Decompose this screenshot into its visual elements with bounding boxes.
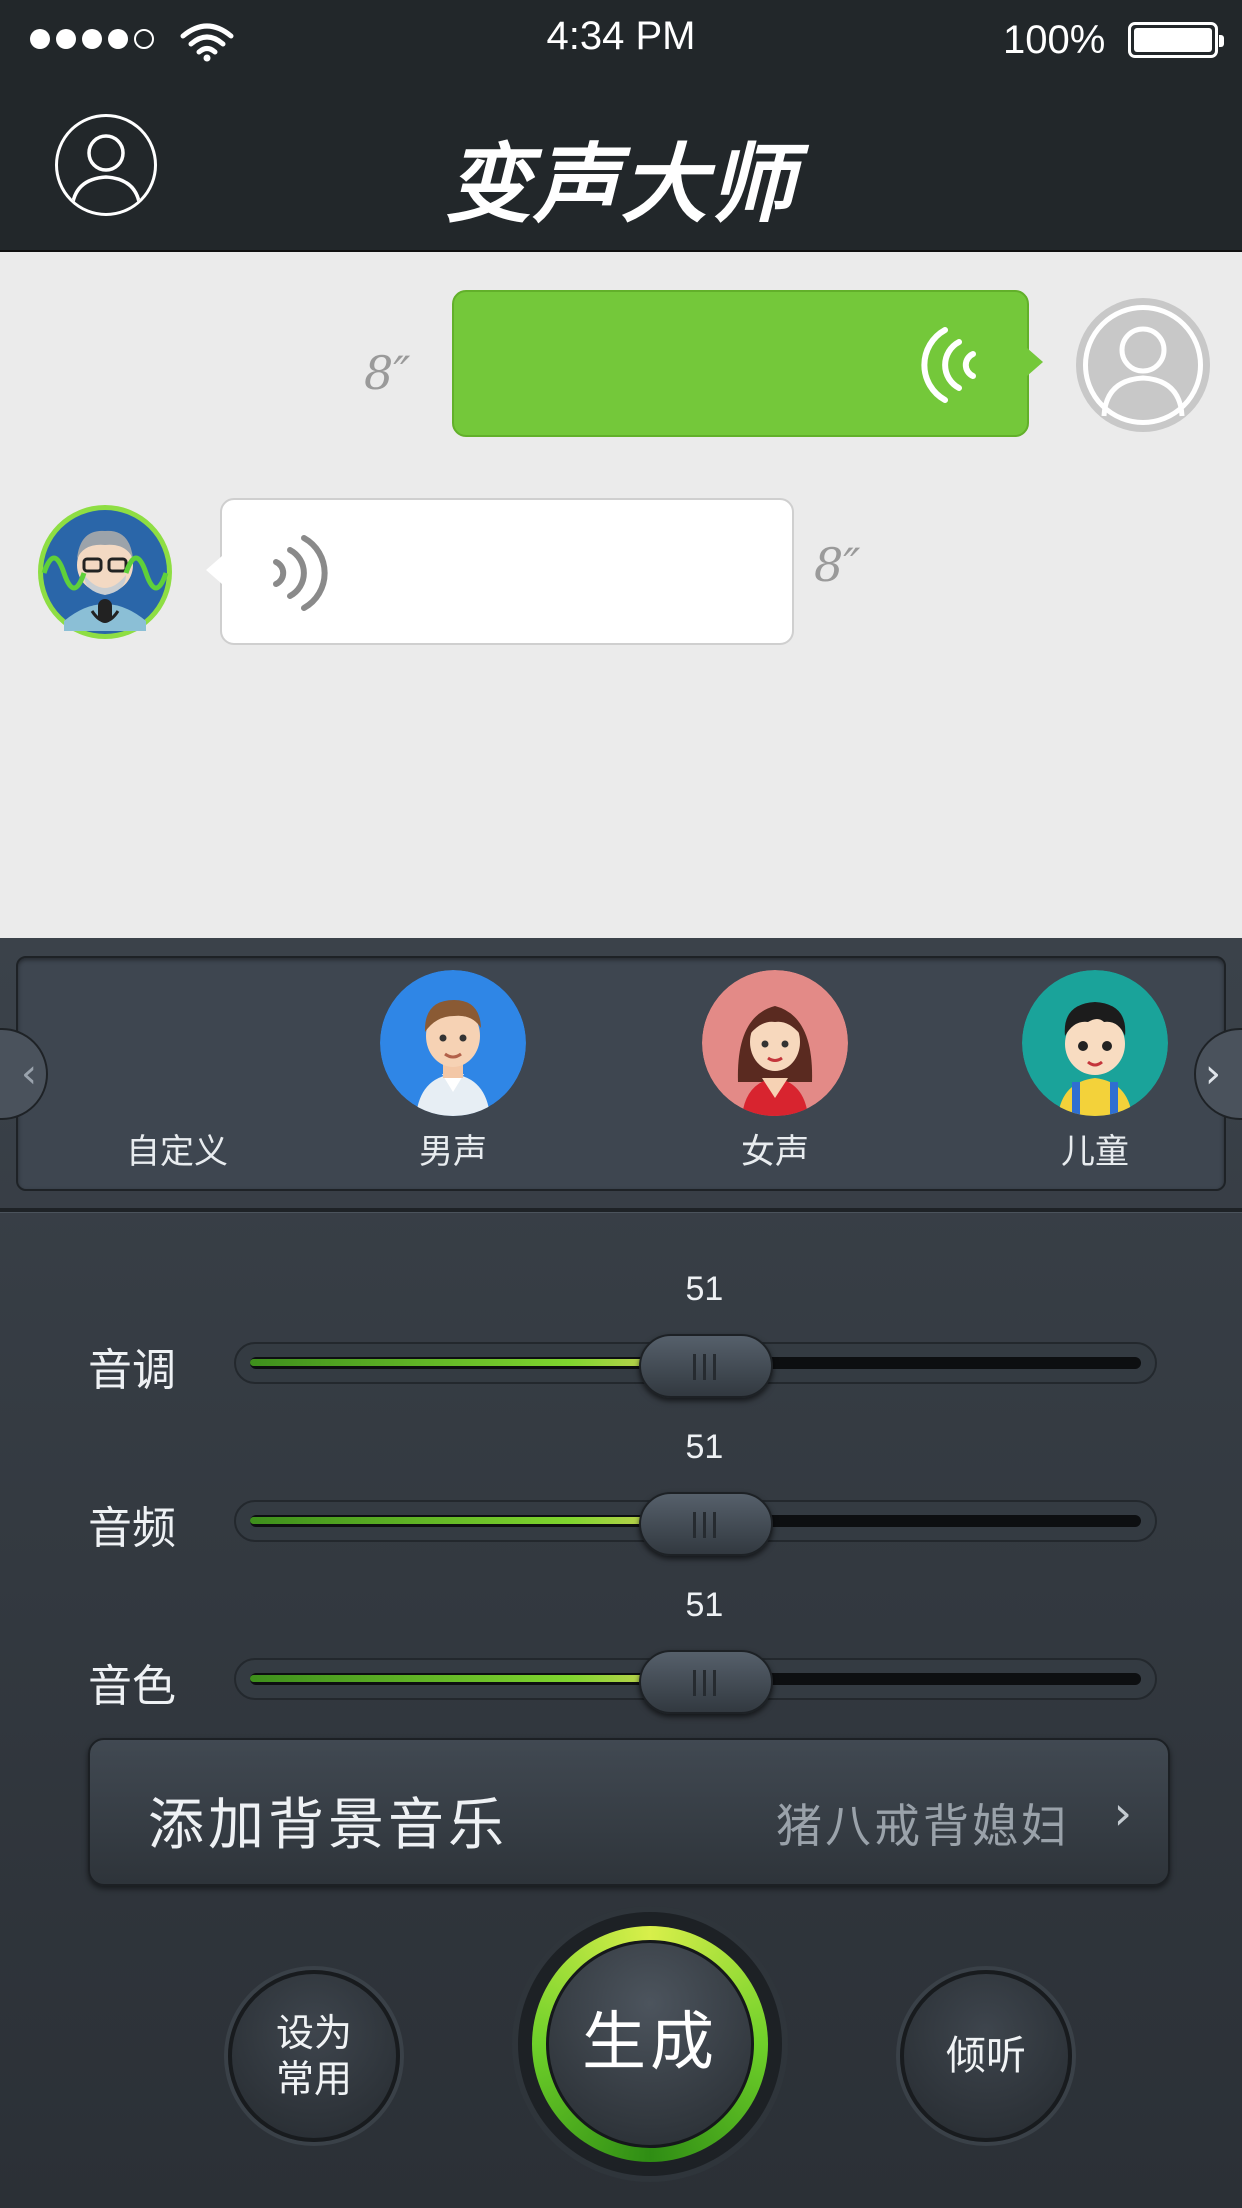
slider-value: 51 <box>685 1428 724 1466</box>
nav-bar: 变声大师 <box>0 78 1242 252</box>
slider-label: 音频 <box>88 1503 176 1554</box>
voice-option-female[interactable]: 女声 <box>700 970 850 1173</box>
voice-option-custom[interactable]: 自定义 <box>102 970 252 1173</box>
slider-value: 51 <box>685 1270 724 1308</box>
timbre-slider-row: 音色 51 <box>0 1586 1242 1726</box>
frequency-slider-row: 音频 51 <box>0 1428 1242 1568</box>
background-music-label: 添加背景音乐 <box>148 1793 508 1858</box>
carousel-next-button[interactable]: › <box>1194 1028 1242 1120</box>
my-avatar[interactable] <box>1076 298 1210 432</box>
timbre-slider[interactable] <box>234 1650 1157 1714</box>
slider-thumb[interactable] <box>639 1650 774 1714</box>
incoming-duration: 8″ <box>814 538 861 592</box>
slider-thumb[interactable] <box>639 1334 774 1398</box>
app-title: 变声大师 <box>445 135 797 235</box>
slider-thumb[interactable] <box>639 1492 774 1556</box>
slider-fill <box>250 1675 707 1682</box>
voice-control-panel: ‹ 自定义 男声 女声 儿童 › 音调 51 音频 51 音色 51 添加背景音… <box>0 938 1242 2208</box>
listen-button[interactable]: 倾听 <box>900 1970 1072 2142</box>
user-icon <box>1101 326 1185 417</box>
voice-wave-icon <box>273 535 328 611</box>
generate-button-frame: 生成 <box>518 1912 782 2176</box>
contact-avatar[interactable] <box>36 503 174 641</box>
male-avatar-icon <box>380 970 526 1116</box>
slider-fill <box>250 1517 707 1524</box>
incoming-voice-message[interactable] <box>206 498 794 645</box>
outgoing-duration: 8″ <box>364 346 411 400</box>
voice-label: 儿童 <box>1061 1132 1129 1172</box>
voice-option-male[interactable]: 男声 <box>378 970 528 1173</box>
battery-icon <box>1128 22 1224 58</box>
voice-label: 女声 <box>741 1132 809 1172</box>
generate-button[interactable]: 生成 <box>546 1940 754 2148</box>
female-avatar-icon <box>702 970 848 1116</box>
voice-type-carousel: ‹ 自定义 男声 女声 儿童 › <box>0 956 1242 1191</box>
slider-label: 音色 <box>88 1661 176 1712</box>
slider-fill <box>250 1359 707 1366</box>
pitch-slider-row: 音调 51 <box>0 1270 1242 1410</box>
background-music-button[interactable]: 添加背景音乐 猪八戒背媳妇 › <box>88 1738 1170 1886</box>
slider-label: 音调 <box>88 1345 176 1396</box>
voice-label: 自定义 <box>126 1132 228 1172</box>
set-favorite-button[interactable]: 设为 常用 <box>228 1970 400 2142</box>
voice-wave-icon <box>921 327 976 403</box>
carousel-prev-button[interactable]: ‹ <box>0 1028 48 1120</box>
favorite-label-line2: 常用 <box>275 2057 352 2101</box>
slider-value: 51 <box>685 1586 724 1624</box>
pitch-slider[interactable] <box>234 1334 1157 1398</box>
custom-voice-placeholder <box>104 970 250 1116</box>
child-avatar-icon <box>1022 970 1168 1116</box>
panel-divider <box>0 1208 1242 1213</box>
battery-percentage: 100% <box>1003 18 1106 62</box>
chevron-right-icon: › <box>1113 1786 1132 1840</box>
voice-label: 男声 <box>419 1132 487 1172</box>
status-bar: 4:34 PM 100% <box>0 0 1242 78</box>
favorite-label-line1: 设为 <box>275 2011 352 2055</box>
outgoing-voice-message[interactable] <box>452 290 1043 437</box>
voice-option-child[interactable]: 儿童 <box>1020 970 1170 1173</box>
selected-song: 猪八戒背媳妇 <box>776 1799 1070 1853</box>
frequency-slider[interactable] <box>234 1492 1157 1556</box>
